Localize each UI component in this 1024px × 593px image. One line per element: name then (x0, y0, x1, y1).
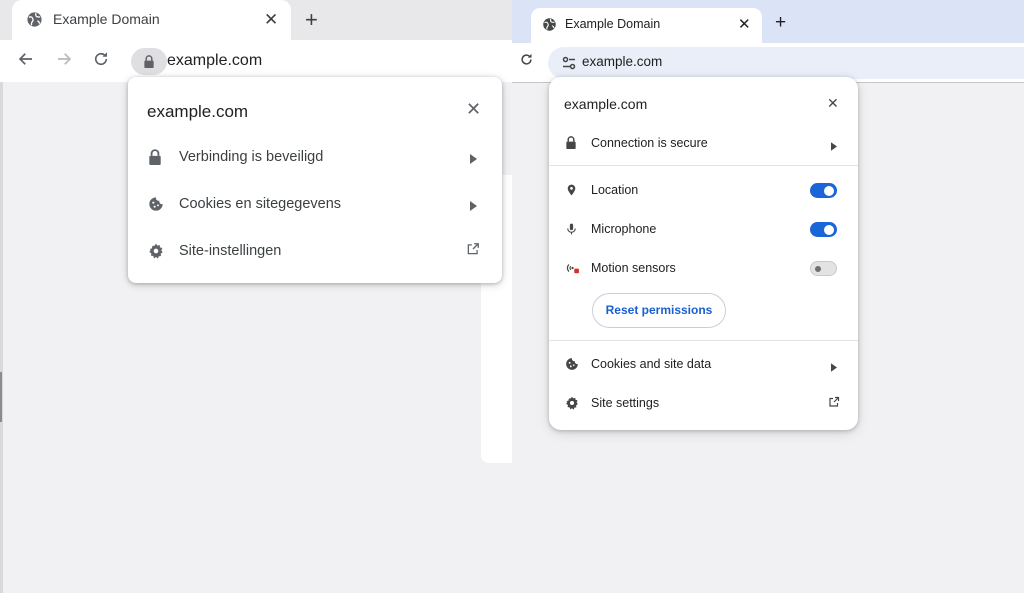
arrow-right-icon (470, 198, 477, 216)
site-info-popup: example.com ✕ Connection is secure Locat… (549, 77, 858, 430)
item-label: Cookies and site data (591, 357, 712, 371)
omnibox[interactable]: example.com (548, 47, 1024, 79)
motion-sensors-toggle[interactable] (810, 261, 837, 276)
item-label: Site settings (591, 396, 660, 410)
new-tab-button[interactable]: + (775, 12, 786, 34)
arrow-right-icon (470, 151, 477, 169)
permission-motion-sensors[interactable]: Motion sensors (549, 250, 858, 286)
microphone-toggle[interactable] (810, 222, 837, 237)
reload-icon (521, 53, 532, 65)
tab-close-icon[interactable]: ✕ (738, 15, 751, 33)
reset-permissions-button[interactable]: Reset permissions (592, 293, 726, 328)
reload-icon (94, 52, 108, 66)
window-edge-shadow (0, 372, 2, 422)
lock-icon (144, 55, 154, 68)
site-info-button[interactable] (131, 48, 167, 75)
external-link-icon (828, 395, 840, 413)
window-edge (0, 0, 3, 593)
site-settings-item[interactable]: Site-instellingen (128, 229, 502, 273)
item-label: Cookies en sitegegevens (179, 196, 342, 212)
permission-label: Microphone (591, 222, 657, 236)
tab-example-domain[interactable]: Example Domain ✕ (12, 0, 291, 41)
reload-button[interactable] (92, 50, 110, 74)
lock-icon (148, 149, 164, 165)
tab-title: Example Domain (565, 17, 661, 31)
right-browser-window: Example Domain ✕ + example.com example.c… (512, 0, 1024, 593)
section-divider (549, 340, 858, 341)
popup-title: example.com (564, 96, 648, 112)
new-tab-button[interactable]: + (305, 7, 318, 33)
screenshot-stage: Example Domain ✕ + example.com example.c… (0, 0, 1024, 593)
connection-secure-item[interactable]: Verbinding is beveiligd (128, 135, 502, 179)
tune-icon[interactable] (562, 56, 576, 75)
popup-close-icon[interactable]: ✕ (466, 99, 481, 120)
section-divider (549, 165, 858, 166)
arrow-right-icon (831, 138, 837, 156)
address-bar-url[interactable]: example.com (167, 52, 262, 70)
lock-icon (565, 136, 579, 150)
back-button[interactable] (17, 50, 35, 74)
permission-location[interactable]: Location (549, 172, 858, 208)
cookies-item[interactable]: Cookies en sitegegevens (128, 182, 502, 226)
toggle-knob (824, 185, 834, 196)
globe-icon (542, 17, 557, 32)
tab-strip: Example Domain ✕ + (512, 0, 1024, 44)
tab-close-icon[interactable]: ✕ (264, 10, 278, 30)
item-label: Connection is secure (591, 136, 708, 150)
popup-close-icon[interactable]: ✕ (827, 95, 839, 112)
tab-strip: Example Domain ✕ + (0, 0, 512, 41)
external-link-icon (466, 242, 480, 261)
permission-label: Location (591, 183, 639, 197)
permission-microphone[interactable]: Microphone (549, 211, 858, 247)
item-label: Site-instellingen (179, 243, 282, 259)
motion-sensor-blocked-icon (565, 261, 579, 275)
popup-title: example.com (147, 102, 249, 121)
microphone-icon (565, 222, 579, 236)
cookies-item[interactable]: Cookies and site data (549, 346, 858, 382)
forward-button[interactable] (55, 50, 73, 74)
reload-button[interactable] (519, 52, 534, 72)
tab-example-domain[interactable]: Example Domain ✕ (531, 8, 762, 44)
tab-title: Example Domain (53, 11, 160, 27)
item-label: Verbinding is beveiligd (179, 149, 324, 165)
arrow-left-icon (18, 53, 32, 65)
cookie-icon (148, 196, 164, 212)
permission-label: Motion sensors (591, 261, 676, 275)
gear-icon (565, 396, 579, 410)
arrow-right-icon (831, 359, 837, 377)
arrow-right-icon (58, 53, 72, 65)
toggle-knob (824, 224, 834, 235)
toggle-knob (815, 265, 821, 272)
left-browser-window: Example Domain ✕ + example.com example.c… (0, 0, 512, 593)
address-bar-url[interactable]: example.com (582, 54, 662, 69)
globe-icon (26, 11, 43, 28)
site-settings-item[interactable]: Site settings (549, 385, 858, 421)
location-pin-icon (565, 183, 579, 197)
cookie-icon (565, 357, 579, 371)
connection-secure-item[interactable]: Connection is secure (549, 125, 858, 161)
gear-icon (148, 243, 164, 259)
site-info-popup: example.com ✕ Verbinding is beveiligd Co… (128, 77, 502, 283)
location-toggle[interactable] (810, 183, 837, 198)
